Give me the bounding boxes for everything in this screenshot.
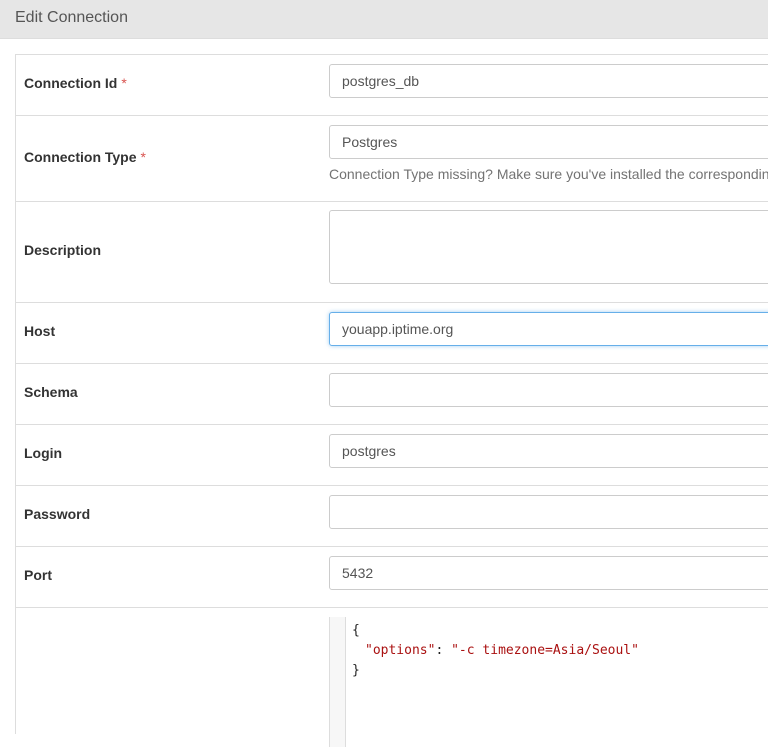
row-port: Port 5432 bbox=[16, 547, 768, 608]
port-value: 5432 bbox=[342, 565, 374, 581]
description-textarea[interactable] bbox=[329, 210, 768, 284]
login-input[interactable]: postgres bbox=[329, 434, 768, 468]
schema-label: Schema bbox=[24, 384, 78, 400]
login-value: postgres bbox=[342, 443, 396, 459]
host-input[interactable]: youapp.iptime.org bbox=[329, 312, 768, 346]
row-connection-type: Connection Type * Postgres Connection Typ… bbox=[16, 116, 768, 202]
row-host: Host youapp.iptime.org bbox=[16, 303, 768, 364]
description-label: Description bbox=[24, 242, 102, 258]
row-description: Description bbox=[16, 202, 768, 303]
code-line-1: { bbox=[352, 623, 360, 638]
json-key: "options" bbox=[365, 643, 436, 658]
json-value: "-c timezone=Asia/Seoul" bbox=[451, 643, 639, 658]
login-label: Login bbox=[24, 445, 63, 461]
connection-form: Connection Id * postgres_db Connection Ty… bbox=[15, 54, 768, 747]
connection-type-value: Postgres bbox=[342, 134, 398, 150]
code-line-3: } bbox=[352, 663, 360, 678]
row-login: Login postgres bbox=[16, 425, 768, 486]
row-schema: Schema bbox=[16, 364, 768, 425]
page-title: Edit Connection bbox=[15, 9, 128, 26]
port-input[interactable]: 5432 bbox=[329, 556, 768, 590]
page-header: Edit Connection bbox=[0, 0, 768, 39]
extra-json-editor[interactable]: { "options": "-c timezone=Asia/Seoul" } bbox=[329, 617, 768, 747]
port-label: Port bbox=[24, 567, 52, 583]
schema-input[interactable] bbox=[329, 373, 768, 407]
connection-id-input[interactable]: postgres_db bbox=[329, 64, 768, 98]
connection-type-select[interactable]: Postgres bbox=[329, 125, 768, 159]
connection-id-label: Connection Id * bbox=[24, 75, 127, 91]
required-marker: * bbox=[140, 149, 146, 165]
connection-type-label: Connection Type * bbox=[24, 149, 146, 165]
connection-type-label-text: Connection Type bbox=[24, 149, 137, 165]
row-connection-id: Connection Id * postgres_db bbox=[16, 55, 768, 116]
password-label: Password bbox=[24, 506, 91, 522]
host-value: youapp.iptime.org bbox=[342, 321, 454, 337]
json-separator: : bbox=[435, 643, 452, 658]
row-password: Password bbox=[16, 486, 768, 547]
required-marker: * bbox=[121, 75, 127, 91]
editor-gutter bbox=[330, 617, 346, 747]
host-label: Host bbox=[24, 323, 56, 339]
connection-id-value: postgres_db bbox=[342, 73, 420, 89]
connection-id-label-text: Connection Id bbox=[24, 75, 118, 91]
connection-type-help-text: Connection Type missing? Make sure you'v… bbox=[329, 166, 768, 182]
code-line-2: "options": "-c timezone=Asia/Seoul" bbox=[365, 643, 639, 658]
password-input[interactable] bbox=[329, 495, 768, 529]
